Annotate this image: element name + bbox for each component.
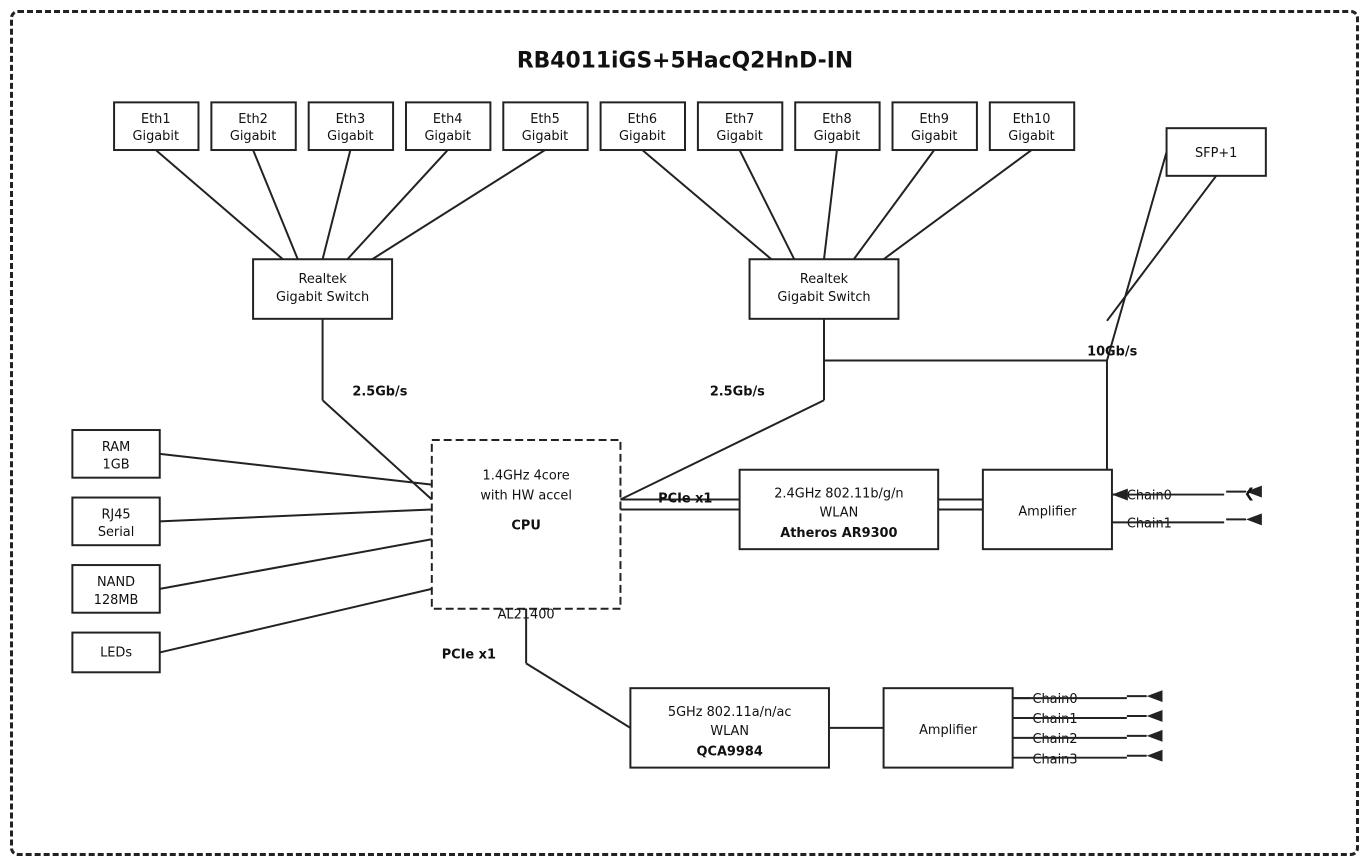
switch-left-label2: Gigabit Switch (276, 290, 369, 305)
ram-label2: 1GB (103, 458, 130, 473)
eth7-sub: Gigabit (716, 129, 762, 144)
pcie2-label: PCIe x1 (442, 647, 496, 662)
eth2-label: Eth2 (238, 112, 268, 127)
chain1-top-label: Chain1 (1127, 516, 1172, 531)
cpu-bold: CPU (511, 518, 540, 533)
nand-label1: NAND (97, 575, 135, 590)
rj45-label1: RJ45 (101, 507, 130, 522)
leds-label: LEDs (100, 645, 132, 660)
speed-sfp-label: 10Gb/s (1087, 345, 1137, 360)
wlan1-bold: Atheros AR9300 (780, 526, 897, 541)
eth10-sub: Gigabit (1008, 129, 1054, 144)
chain0-bot-label: Chain0 (1033, 692, 1078, 707)
eth6-label: Eth6 (628, 112, 658, 127)
speed-right-label: 2.5Gb/s (710, 384, 765, 399)
ram-label1: RAM (102, 440, 130, 455)
pcie1-label: PCIe x1 (658, 492, 712, 507)
wlan1-line2: WLAN (820, 505, 859, 520)
eth10-label: Eth10 (1013, 112, 1051, 127)
eth4-label: Eth4 (433, 112, 463, 127)
eth2-sub: Gigabit (230, 129, 276, 144)
wlan2-bold: QCA9984 (697, 745, 763, 760)
switch-right-label2: Gigabit Switch (777, 290, 870, 305)
eth8-sub: Gigabit (814, 129, 860, 144)
eth3-sub: Gigabit (327, 129, 373, 144)
eth1-label: Eth1 (141, 112, 171, 127)
amplifier2-label: Amplifier (919, 723, 978, 738)
eth7-label: Eth7 (725, 112, 755, 127)
switch-right-label1: Realtek (800, 272, 849, 287)
diagram-title: RB4011iGS+5HacQ2HnD-IN (517, 49, 853, 74)
eth4-sub: Gigabit (424, 129, 470, 144)
cpu-line1: 1.4GHz 4core (483, 469, 570, 484)
eth9-sub: Gigabit (911, 129, 957, 144)
eth8-label: Eth8 (822, 112, 852, 127)
chain0-top-arrow2: ❮ (1244, 487, 1255, 502)
wlan2-line1: 5GHz 802.11a/n/ac (668, 705, 792, 720)
nand-label2: 128MB (94, 593, 139, 608)
eth5-sub: Gigabit (522, 129, 568, 144)
amplifier1-label: Amplifier (1018, 504, 1077, 519)
eth3-label: Eth3 (336, 112, 366, 127)
rj45-label2: Serial (98, 525, 134, 540)
eth6-sub: Gigabit (619, 129, 665, 144)
cpu-line2: with HW accel (480, 489, 572, 504)
wlan1-line1: 2.4GHz 802.11b/g/n (774, 487, 903, 502)
eth9-label: Eth9 (919, 112, 949, 127)
switch-left-label1: Realtek (298, 272, 347, 287)
sfp-label: SFP+1 (1195, 146, 1237, 161)
chain2-bot-label: Chain2 (1033, 732, 1078, 747)
chain3-bot-label: Chain3 (1033, 753, 1078, 768)
wlan2-line2: WLAN (710, 724, 749, 739)
chain1-bot-label: Chain1 (1033, 712, 1078, 727)
chain0-top-label: Chain0 (1127, 489, 1172, 504)
eth5-label: Eth5 (530, 112, 560, 127)
eth1-sub: Gigabit (133, 129, 179, 144)
speed-left-label: 2.5Gb/s (352, 384, 407, 399)
